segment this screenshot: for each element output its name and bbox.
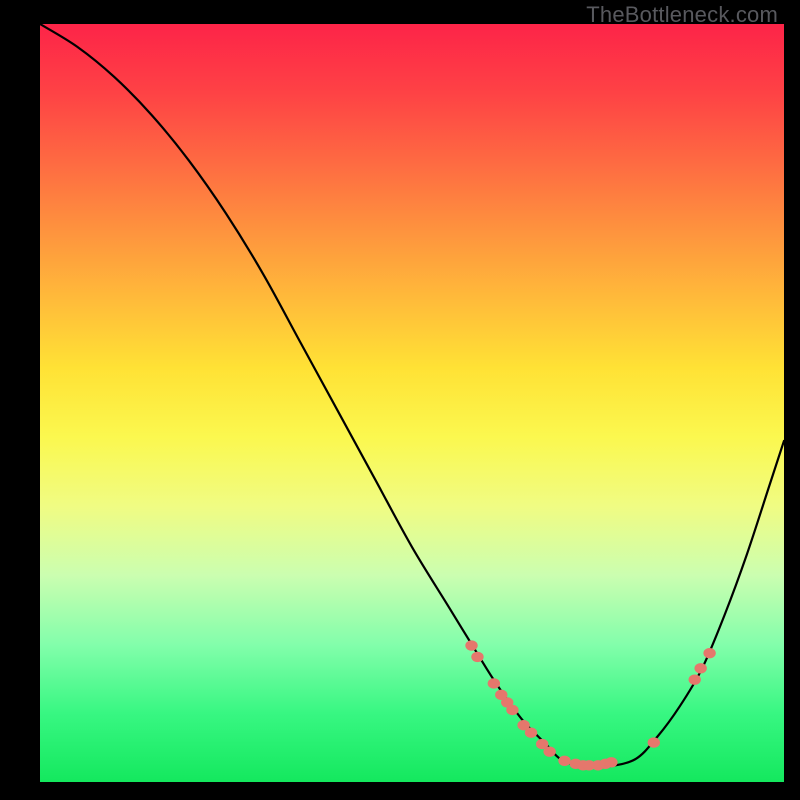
curve-marker	[471, 652, 483, 662]
curve-marker	[648, 737, 660, 747]
curve-marker	[558, 756, 570, 766]
curve-marker	[543, 746, 555, 756]
curve-marker	[506, 705, 518, 715]
curve-marker	[703, 648, 715, 658]
watermark-text: TheBottleneck.com	[586, 2, 778, 28]
curve-marker	[689, 674, 701, 684]
curve-marker	[488, 678, 500, 688]
gradient-fill	[40, 24, 784, 782]
chart-svg	[40, 24, 784, 782]
curve-marker	[694, 663, 706, 673]
curve-marker	[605, 757, 617, 767]
curve-marker	[465, 640, 477, 650]
plot-frame	[40, 24, 784, 782]
curve-marker	[525, 728, 537, 738]
